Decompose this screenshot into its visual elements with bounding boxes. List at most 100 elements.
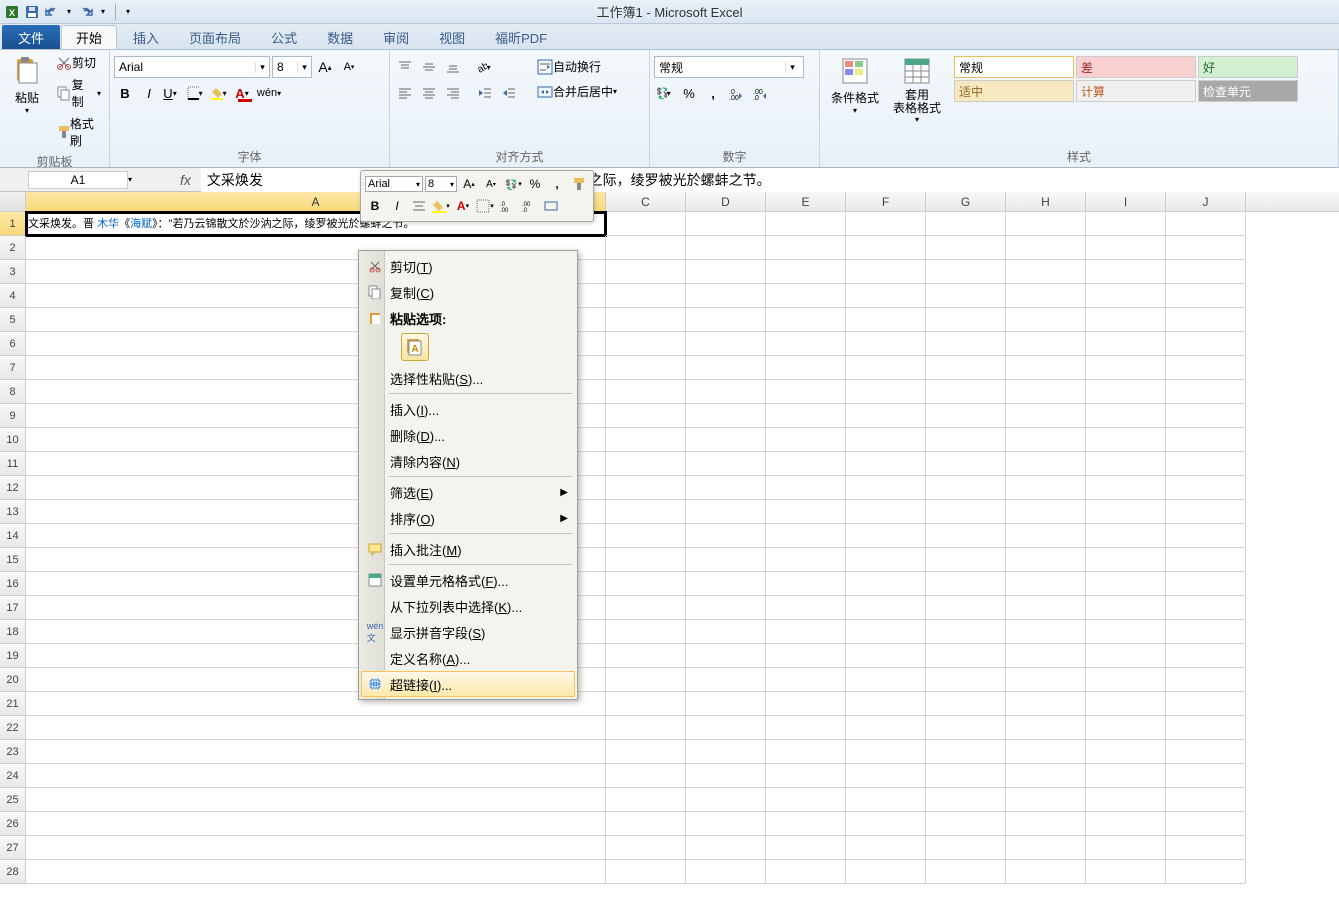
cell[interactable] (1166, 476, 1246, 500)
row-header[interactable]: 14 (0, 524, 26, 548)
mini-align-center-icon[interactable] (409, 196, 429, 216)
cell[interactable] (606, 332, 686, 356)
align-right-icon[interactable] (442, 82, 464, 104)
cell[interactable] (1006, 500, 1086, 524)
cell[interactable] (1006, 668, 1086, 692)
name-box-dropdown-icon[interactable]: ▾ (128, 175, 142, 184)
cell[interactable] (926, 260, 1006, 284)
row-header[interactable]: 27 (0, 836, 26, 860)
cell[interactable] (1166, 404, 1246, 428)
cell[interactable] (766, 788, 846, 812)
fx-icon[interactable]: fx (170, 172, 201, 188)
cell[interactable] (26, 836, 606, 860)
cell[interactable] (926, 764, 1006, 788)
cell[interactable] (1086, 716, 1166, 740)
cell[interactable] (1166, 692, 1246, 716)
cell[interactable] (1086, 212, 1166, 236)
table-format-button[interactable]: 套用 表格格式▾ (886, 52, 948, 127)
cell[interactable] (686, 428, 766, 452)
mini-format-painter-icon[interactable] (569, 174, 589, 194)
cell[interactable] (846, 284, 926, 308)
col-header-G[interactable]: G (926, 192, 1006, 211)
increase-indent-icon[interactable] (498, 82, 520, 104)
cell[interactable] (606, 740, 686, 764)
align-top-icon[interactable] (394, 56, 416, 78)
cell[interactable] (1166, 260, 1246, 284)
cell[interactable] (686, 452, 766, 476)
cell[interactable] (846, 236, 926, 260)
cell[interactable] (686, 572, 766, 596)
cell[interactable] (26, 764, 606, 788)
cell[interactable] (1166, 812, 1246, 836)
cell[interactable] (766, 620, 846, 644)
cell[interactable] (1086, 572, 1166, 596)
cell[interactable] (926, 524, 1006, 548)
cell[interactable] (766, 212, 846, 236)
cell[interactable] (606, 212, 686, 236)
align-middle-icon[interactable] (418, 56, 440, 78)
cell[interactable] (926, 500, 1006, 524)
align-left-icon[interactable] (394, 82, 416, 104)
cell[interactable] (926, 548, 1006, 572)
cell[interactable] (1086, 476, 1166, 500)
cell[interactable] (1166, 548, 1246, 572)
align-bottom-icon[interactable] (442, 56, 464, 78)
cm-hyperlink[interactable]: 超链接(I)... (361, 671, 575, 697)
mini-bold-icon[interactable]: B (365, 196, 385, 216)
row-header[interactable]: 21 (0, 692, 26, 716)
conditional-format-button[interactable]: 条件格式▾ (824, 52, 886, 118)
decrease-indent-icon[interactable] (474, 82, 496, 104)
row-header[interactable]: 26 (0, 812, 26, 836)
undo-icon[interactable] (44, 4, 60, 20)
cell[interactable] (926, 380, 1006, 404)
cell[interactable] (606, 812, 686, 836)
cell[interactable] (926, 404, 1006, 428)
cell[interactable] (606, 548, 686, 572)
cell[interactable] (686, 716, 766, 740)
name-box-input[interactable] (28, 171, 128, 189)
tab-review[interactable]: 审阅 (369, 25, 423, 49)
cell[interactable] (606, 644, 686, 668)
tab-view[interactable]: 视图 (425, 25, 479, 49)
cell[interactable] (686, 524, 766, 548)
increase-font-icon[interactable]: A▴ (314, 56, 336, 78)
cell[interactable] (686, 308, 766, 332)
cell[interactable] (846, 644, 926, 668)
cell[interactable] (846, 428, 926, 452)
cell[interactable] (1166, 332, 1246, 356)
cell[interactable] (1006, 404, 1086, 428)
cell[interactable] (606, 308, 686, 332)
cell[interactable] (606, 620, 686, 644)
cell[interactable] (1166, 836, 1246, 860)
cell[interactable] (686, 596, 766, 620)
cell[interactable] (846, 788, 926, 812)
redo-icon[interactable] (78, 4, 94, 20)
row-header[interactable]: 24 (0, 764, 26, 788)
col-header-H[interactable]: H (1006, 192, 1086, 211)
cell[interactable] (1086, 548, 1166, 572)
tab-insert[interactable]: 插入 (119, 25, 173, 49)
cell[interactable] (26, 788, 606, 812)
cell[interactable] (926, 788, 1006, 812)
cell[interactable] (926, 740, 1006, 764)
mini-italic-icon[interactable]: I (387, 196, 407, 216)
file-tab[interactable]: 文件 (2, 25, 60, 49)
cell[interactable] (1006, 596, 1086, 620)
cm-sort[interactable]: 排序(O)▶ (361, 505, 575, 531)
cell[interactable] (1086, 524, 1166, 548)
mini-percent-icon[interactable]: % (525, 174, 545, 194)
cell[interactable] (846, 692, 926, 716)
cell[interactable] (846, 356, 926, 380)
cell[interactable] (926, 284, 1006, 308)
cell[interactable] (1006, 860, 1086, 884)
number-format-combo[interactable]: ▾ (654, 56, 804, 78)
cell[interactable] (606, 236, 686, 260)
cell[interactable] (686, 812, 766, 836)
cell[interactable] (1006, 476, 1086, 500)
orientation-icon[interactable]: ab▾ (474, 56, 496, 78)
cell[interactable] (686, 740, 766, 764)
cell[interactable] (1086, 692, 1166, 716)
font-name-input[interactable] (115, 60, 255, 74)
fill-color-icon[interactable]: ▾ (210, 82, 232, 104)
cell[interactable] (846, 860, 926, 884)
